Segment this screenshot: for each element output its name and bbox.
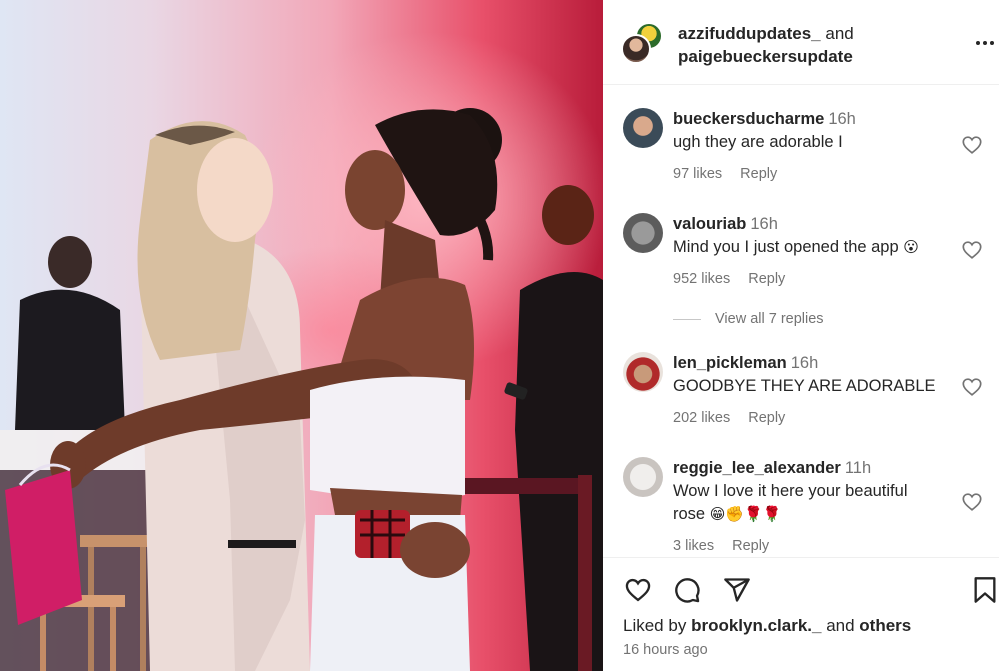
comments-list[interactable]: bueckersducharme 16h ugh they are adorabl…: [603, 86, 999, 556]
comment-likes[interactable]: 3 likes: [673, 538, 714, 554]
liked-username[interactable]: brooklyn.clark._: [691, 616, 821, 635]
comment-text: Mind you I just opened the app: [673, 238, 899, 256]
bookmark-icon[interactable]: [973, 576, 999, 604]
author-username[interactable]: paigebueckersupdate: [678, 47, 853, 66]
author-joiner: and: [825, 24, 854, 43]
view-replies-label: View all 7 replies: [715, 311, 824, 327]
comment-username[interactable]: len_pickleman: [673, 354, 787, 372]
comment-time: 16h: [828, 110, 856, 128]
divider: [673, 318, 701, 320]
comment-likes[interactable]: 952 likes: [673, 271, 730, 287]
comment-time: 16h: [750, 215, 778, 233]
heart-icon[interactable]: [961, 376, 983, 398]
reply-button[interactable]: Reply: [748, 410, 785, 426]
comment-body: reggie_lee_alexander 11h Wow I love it he…: [673, 457, 958, 556]
liked-and: and: [826, 616, 855, 635]
comment-text: rose: [673, 505, 706, 523]
avatar[interactable]: [623, 213, 663, 253]
post-authors: azzifuddupdates_ and paigebueckersupdate: [678, 22, 854, 68]
heart-icon[interactable]: [623, 576, 651, 604]
reply-button[interactable]: Reply: [748, 271, 785, 287]
comment-text: GOODBYE THEY ARE ADORABLE: [673, 377, 936, 395]
paper-plane-icon[interactable]: [723, 576, 751, 604]
comment-icon[interactable]: [673, 576, 701, 604]
post-side-panel: azzifuddupdates_ and paigebueckersupdate…: [603, 0, 999, 671]
post-photo[interactable]: [0, 0, 603, 671]
avatar[interactable]: [621, 34, 651, 64]
comment-body: bueckersducharme 16h ugh they are adorabl…: [673, 108, 953, 186]
avatar[interactable]: [623, 352, 663, 392]
avatar[interactable]: [623, 457, 663, 497]
collab-avatars[interactable]: [621, 22, 665, 66]
comment-likes[interactable]: 97 likes: [673, 166, 722, 182]
comment-username[interactable]: valouriab: [673, 215, 746, 233]
avatar[interactable]: [623, 108, 663, 148]
comment-body: len_pickleman 16h GOODBYE THEY ARE ADORAB…: [673, 352, 953, 430]
heart-icon[interactable]: [961, 491, 983, 513]
post-actions: Liked by brooklyn.clark._ and others 16 …: [603, 557, 999, 671]
post-header: azzifuddupdates_ and paigebueckersupdate: [603, 0, 999, 85]
comment-time: 16h: [790, 354, 819, 372]
comment-username[interactable]: bueckersducharme: [673, 110, 824, 128]
liked-by: Liked by brooklyn.clark._ and others: [623, 616, 911, 636]
more-options-icon[interactable]: [975, 33, 995, 53]
author-username[interactable]: azzifuddupdates_: [678, 24, 821, 43]
comment-text: Wow I love it here your beautiful: [673, 482, 908, 500]
comment-emoji: 😮: [903, 238, 919, 256]
heart-icon[interactable]: [961, 239, 983, 261]
reply-button[interactable]: Reply: [740, 166, 777, 182]
comment-emoji: 😁✊🌹🌹: [709, 505, 782, 523]
post-timestamp: 16 hours ago: [623, 642, 708, 658]
photo-illustration: [0, 108, 603, 671]
liked-others[interactable]: others: [859, 616, 911, 635]
comment-body: valouriab 16h Mind you I just opened the …: [673, 213, 963, 291]
comment-username[interactable]: reggie_lee_alexander: [673, 459, 841, 477]
comment-text: ugh they are adorable I: [673, 133, 843, 151]
heart-icon[interactable]: [961, 134, 983, 156]
comment-time: 11h: [844, 459, 872, 477]
liked-prefix: Liked by: [623, 616, 687, 635]
reply-button[interactable]: Reply: [732, 538, 769, 554]
comment-likes[interactable]: 202 likes: [673, 410, 730, 426]
view-replies-button[interactable]: View all 7 replies: [673, 311, 824, 327]
